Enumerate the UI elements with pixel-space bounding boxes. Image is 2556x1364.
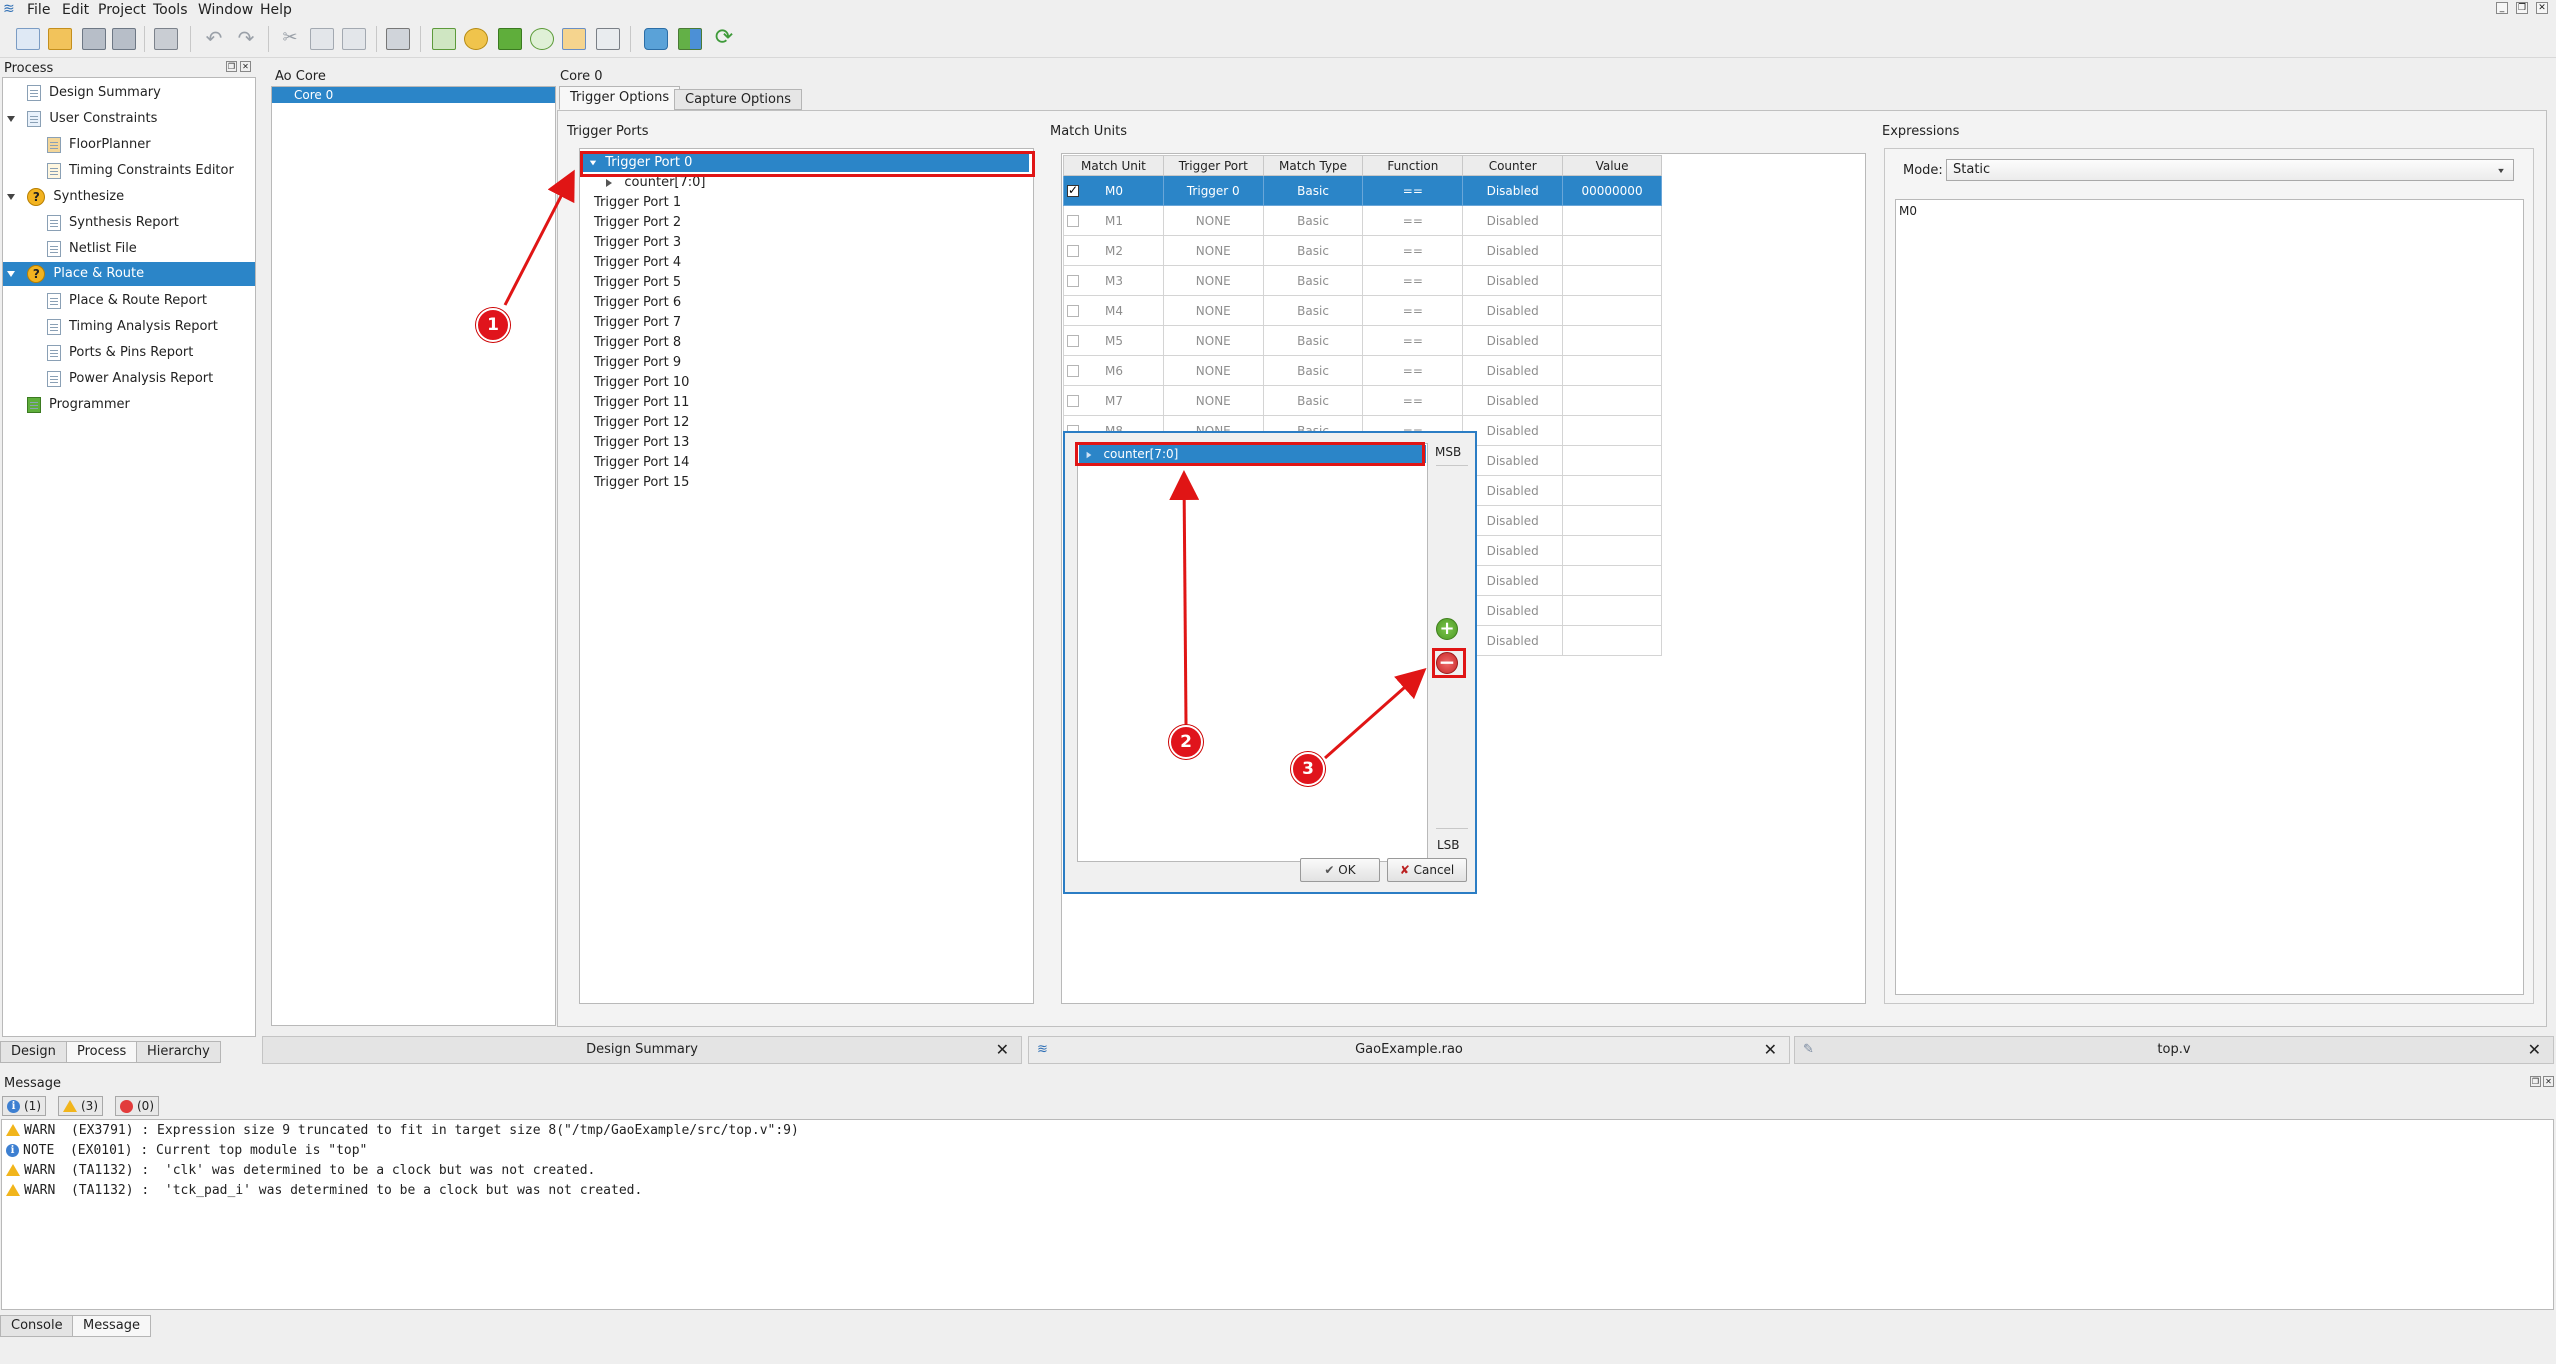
gao-file-icon: ≋ <box>1037 1042 1048 1057</box>
arrow-1 <box>503 169 575 306</box>
close-tab-icon[interactable]: ✕ <box>1764 1037 1777 1063</box>
message-line[interactable]: WARN (TA1132) : 'clk' was determined to … <box>6 1161 595 1181</box>
arrow-2 <box>1169 470 1200 725</box>
warning-icon <box>63 1099 77 1112</box>
message-list: WARN (EX3791) : Expression size 9 trunca… <box>1 1119 2554 1310</box>
filter-info[interactable]: i (1) <box>2 1096 46 1116</box>
panel-close-icon[interactable]: ✕ <box>2543 1076 2554 1087</box>
annotation-badge-1: 1 <box>476 308 510 342</box>
message-line[interactable]: WARN (EX3791) : Expression size 9 trunca… <box>6 1121 799 1141</box>
doc-tab-design-summary[interactable]: Design Summary ✕ <box>262 1036 1022 1064</box>
close-tab-icon[interactable]: ✕ <box>996 1037 1009 1063</box>
warning-icon <box>6 1123 20 1136</box>
arrow-3 <box>1324 668 1427 760</box>
filter-warnings[interactable]: (3) <box>58 1096 103 1116</box>
error-icon <box>120 1100 133 1113</box>
message-title: Message <box>4 1076 61 1091</box>
warning-icon <box>6 1163 20 1176</box>
annotation-badge-2: 2 <box>1169 725 1203 759</box>
close-tab-icon[interactable]: ✕ <box>2528 1037 2541 1063</box>
info-icon: i <box>6 1144 19 1157</box>
filter-errors[interactable]: (0) <box>115 1096 159 1116</box>
verilog-file-icon: ✎ <box>1803 1042 1814 1057</box>
doc-tab-top-v[interactable]: ✎ top.v ✕ <box>1794 1036 2554 1064</box>
message-line[interactable]: i NOTE (EX0101) : Current top module is "… <box>6 1141 367 1161</box>
doc-tab-gaoexample[interactable]: ≋ GaoExample.rao ✕ <box>1028 1036 1790 1064</box>
warning-icon <box>6 1183 20 1196</box>
float-icon[interactable]: ❐ <box>2530 1076 2541 1087</box>
info-icon: i <box>7 1100 20 1113</box>
message-line[interactable]: WARN (TA1132) : 'tck_pad_i' was determin… <box>6 1181 642 1201</box>
tab-console[interactable]: Console <box>0 1315 74 1337</box>
tab-message[interactable]: Message <box>72 1315 151 1337</box>
annotation-badge-3: 3 <box>1291 752 1325 786</box>
